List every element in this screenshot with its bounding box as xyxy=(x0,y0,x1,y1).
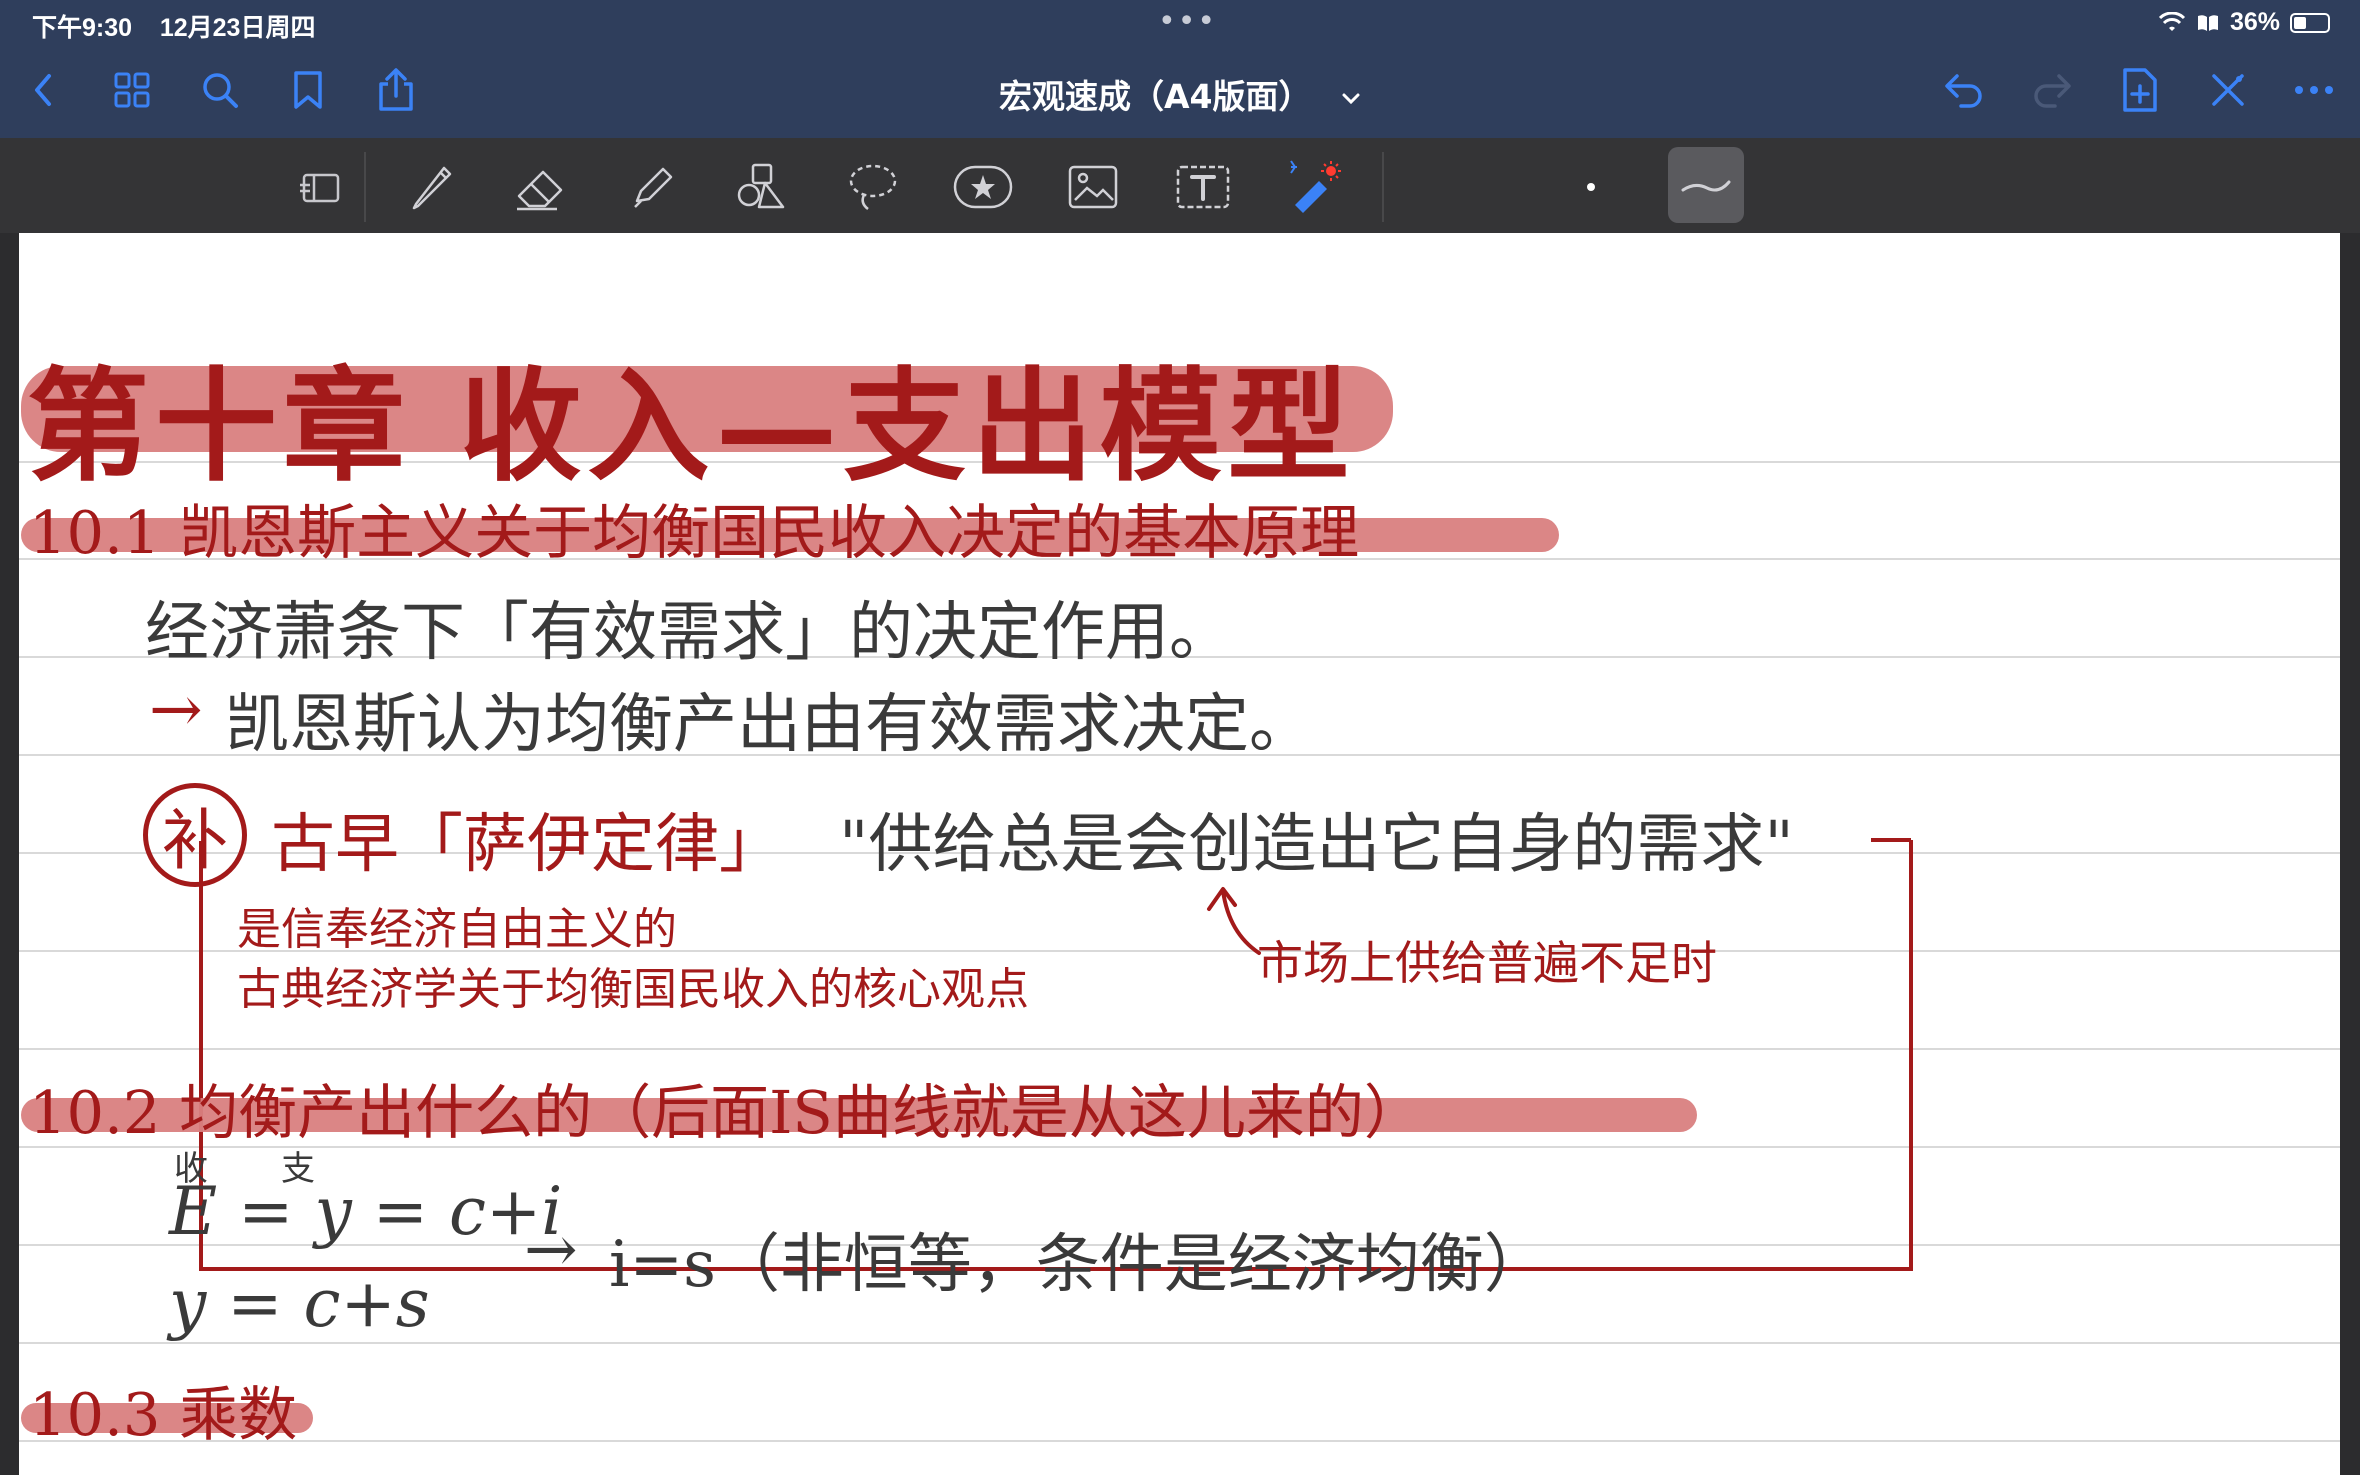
annotation-2: 古典经济学关于均衡国民收入的核心观点 xyxy=(237,964,1029,1015)
status-bar: 下午9:30 12月23日周四 ••• 36% xyxy=(0,0,2360,46)
say-law-label: 古早「萨伊定律」 xyxy=(271,808,783,882)
notebook-page[interactable]: 第十章 收入—支出模型 10.1 凯恩斯主义关于均衡国民收入决定的基本原理 经济… xyxy=(19,233,2340,1475)
chevron-down-icon[interactable] xyxy=(1341,92,1361,106)
elements-sticker-icon[interactable] xyxy=(952,156,1014,218)
read-only-mode-icon[interactable] xyxy=(290,156,352,218)
eraser-tool-icon[interactable] xyxy=(510,156,572,218)
battery-icon xyxy=(2290,12,2330,33)
status-time: 下午9:30 xyxy=(32,14,133,42)
section-heading-10-3: 10.3 乘数 xyxy=(29,1380,298,1449)
equation-1: E = y = c+i xyxy=(169,1173,563,1250)
shapes-tool-icon[interactable] xyxy=(732,156,794,218)
laser-pointer-icon[interactable] xyxy=(1282,156,1344,218)
note-line-2: 凯恩斯认为均衡产出由有效需求决定。 xyxy=(225,688,1313,762)
highlighter-tool-icon[interactable] xyxy=(622,156,684,218)
multitasking-dots-icon[interactable]: ••• xyxy=(1158,4,1217,39)
annotation-1: 是信奉经济自由主义的 xyxy=(237,904,677,955)
say-law-quote: "供给总是会创造出它自身的需求" xyxy=(839,808,1794,882)
add-page-icon[interactable] xyxy=(2116,66,2164,114)
redo-icon[interactable] xyxy=(2028,66,2076,114)
section-heading-10-1: 10.1 凯恩斯主义关于均衡国民收入决定的基本原理 xyxy=(29,498,1360,567)
supplement-badge: 补 xyxy=(143,783,247,887)
annotation-3: 市场上供给普遍不足时 xyxy=(1257,936,1717,990)
nav-bar: 宏观速成（A4版面） xyxy=(0,46,2360,138)
note-line-1: 经济萧条下「有效需求」的决定作用。 xyxy=(145,596,1233,670)
image-tool-icon[interactable] xyxy=(1062,156,1124,218)
close-edit-icon[interactable] xyxy=(2204,66,2252,114)
status-date: 12月23日周四 xyxy=(159,14,316,42)
pen-tool-icon[interactable] xyxy=(400,156,462,218)
supplement-label: 补 xyxy=(162,802,228,879)
book-icon xyxy=(2197,14,2218,31)
stroke-style-icon[interactable] xyxy=(1668,147,1744,223)
more-icon[interactable] xyxy=(2290,66,2338,114)
lasso-tool-icon[interactable] xyxy=(842,156,904,218)
battery-fill xyxy=(2294,16,2306,29)
document-title[interactable]: 宏观速成（A4版面） xyxy=(999,77,1312,116)
equation-2: y = c+s xyxy=(169,1265,430,1342)
section-heading-10-2: 10.2 均衡产出什么的（后面IS曲线就是从这儿来的） xyxy=(29,1078,1423,1147)
battery-percent: 36% xyxy=(2229,8,2280,36)
chapter-title: 第十章 收入—支出模型 xyxy=(27,354,1356,498)
drawing-toolbar xyxy=(0,138,2360,233)
equation-3: i=s（非恒等，条件是经济均衡） xyxy=(609,1228,1548,1302)
wifi-icon xyxy=(2158,11,2186,31)
equation-arrow: → xyxy=(524,1213,578,1287)
arrow-glyph: → xyxy=(149,673,203,747)
undo-icon[interactable] xyxy=(1940,66,1988,114)
text-tool-icon[interactable] xyxy=(1172,156,1234,218)
pen-size-dot-icon[interactable] xyxy=(1560,156,1622,218)
